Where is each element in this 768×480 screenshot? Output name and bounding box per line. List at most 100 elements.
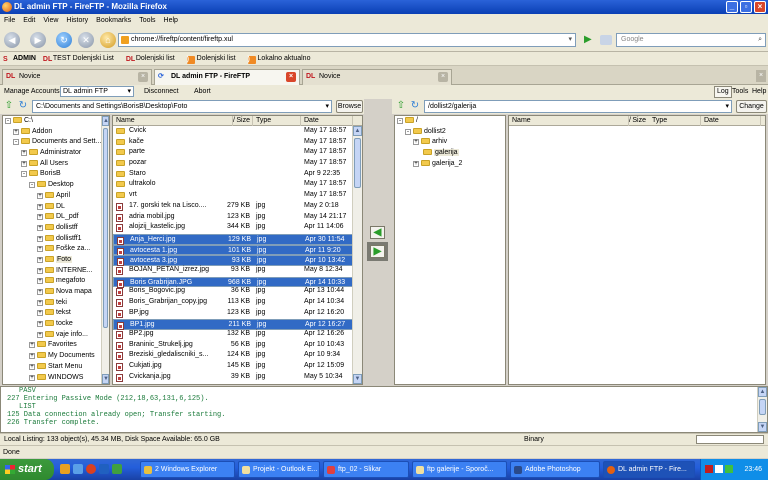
bookmark-dolenjski-list[interactable]: DLDolenjski list xyxy=(126,52,180,66)
menu-help[interactable]: Help xyxy=(160,14,182,28)
file-row[interactable]: 17. gorski tek na Lisco.... 279 KB jpg May … xyxy=(113,201,362,212)
tree-item[interactable]: + Favorites xyxy=(3,340,109,351)
expand-icon[interactable]: + xyxy=(37,203,43,210)
tab-novice-2[interactable]: DL Novice × xyxy=(302,69,452,85)
tree-item[interactable]: + Foto xyxy=(3,255,109,266)
tree-item[interactable]: - Documents and Sett... xyxy=(3,137,109,148)
file-row[interactable]: Cvickanja.jpg 39 KB jpg May 5 10:34 xyxy=(113,372,362,383)
column-type[interactable]: Type xyxy=(253,116,301,126)
tree-item[interactable]: - BorisB xyxy=(3,169,109,180)
remote-refresh-icon[interactable]: ↻ xyxy=(409,100,421,112)
search-icon[interactable]: ⌕ xyxy=(758,34,762,46)
remote-path-input[interactable]: /dollist2/galerija ▾ xyxy=(424,100,732,113)
expand-icon[interactable]: + xyxy=(413,160,419,167)
file-row[interactable]: alojzij_kastelic.jpg 344 KB jpg Apr 11 14:0… xyxy=(113,222,362,233)
file-row[interactable]: Boris_Grabrijan_copy.jpg 113 KB jpg Apr 14 … xyxy=(113,297,362,308)
expand-icon[interactable]: + xyxy=(37,278,43,285)
expand-icon[interactable]: + xyxy=(29,363,35,370)
tree-item[interactable]: + DL_pdf xyxy=(3,212,109,223)
tab-close-icon[interactable]: × xyxy=(438,72,448,82)
column-date[interactable]: Date xyxy=(301,116,353,126)
close-button[interactable]: × xyxy=(754,1,766,13)
tree-item[interactable]: + Addon xyxy=(3,127,109,138)
local-refresh-icon[interactable]: ↻ xyxy=(17,100,29,112)
home-icon[interactable]: ⌂ xyxy=(100,32,116,48)
log-button[interactable]: Log xyxy=(714,86,732,98)
minimize-button[interactable]: _ xyxy=(726,1,738,13)
column-type[interactable]: Type xyxy=(649,116,701,126)
taskbar-firefox[interactable]: DL admin FTP - Fire... xyxy=(603,461,695,478)
expand-icon[interactable]: + xyxy=(37,192,43,199)
menu-history[interactable]: History xyxy=(62,14,92,28)
file-row[interactable]: BP2.jpg 132 KB jpg Apr 12 16:26 xyxy=(113,329,362,340)
file-row[interactable]: Braninic_Strukelj.jpg 56 KB jpg Apr 10 10:4… xyxy=(113,340,362,351)
tree-item[interactable]: + Start Menu xyxy=(3,362,109,373)
file-row[interactable]: Anja_Herci.jpg 129 KB jpg Apr 30 11:54 xyxy=(113,233,362,245)
local-file-list[interactable]: Name / Size Type Date Cvick May 17 18:57 k… xyxy=(112,115,363,385)
taskbar-slikar[interactable]: ftp_02 - Slikar xyxy=(323,461,409,478)
expand-icon[interactable]: + xyxy=(37,256,43,263)
file-row[interactable]: parte May 17 18:57 xyxy=(113,147,362,158)
taskbar-windows-explorer[interactable]: 2 Windows Explorer xyxy=(140,461,235,478)
expand-icon[interactable]: + xyxy=(37,310,43,317)
scroll-down-icon[interactable]: ▼ xyxy=(353,374,362,384)
tree-item[interactable]: + vaje info... xyxy=(3,330,109,341)
quicklaunch-ie-icon[interactable] xyxy=(99,464,109,474)
disconnect-button[interactable]: Disconnect xyxy=(144,85,179,99)
expand-icon[interactable]: + xyxy=(37,267,43,274)
remote-file-list[interactable]: Name / Size Type Date xyxy=(508,115,766,385)
tree-item[interactable]: + galerija_2 xyxy=(395,159,505,170)
expand-icon[interactable]: + xyxy=(37,246,43,253)
tree-item[interactable]: galerija xyxy=(395,148,505,159)
file-row[interactable]: avtocesta 1.jpg 101 KB jpg Apr 11 9:20 xyxy=(113,244,362,256)
file-row[interactable]: Cukjati.jpg 145 KB jpg Apr 12 15:09 xyxy=(113,361,362,372)
expand-icon[interactable]: + xyxy=(37,331,43,338)
tree-item[interactable]: + dollistff1 xyxy=(3,234,109,245)
collapse-icon[interactable]: - xyxy=(21,171,27,178)
tree-item[interactable]: + Administrator xyxy=(3,148,109,159)
collapse-icon[interactable]: - xyxy=(405,128,411,135)
collapse-icon[interactable]: - xyxy=(13,139,19,146)
scroll-up-icon[interactable]: ▲ xyxy=(353,126,362,136)
bookmark-dolenjski-list-rss[interactable]: ) Dolenjski list xyxy=(186,52,241,66)
stop-icon[interactable]: ✕ xyxy=(78,32,94,48)
expand-icon[interactable]: + xyxy=(29,353,35,360)
collapse-icon[interactable]: - xyxy=(397,118,403,124)
tree-item[interactable]: + My Documents xyxy=(3,351,109,362)
quicklaunch-firefox-icon[interactable] xyxy=(86,464,96,474)
scroll-down-icon[interactable]: ▼ xyxy=(758,422,767,432)
tree-item[interactable]: + INTERNE... xyxy=(3,266,109,277)
tree-item[interactable]: + DL xyxy=(3,202,109,213)
local-up-folder-icon[interactable]: ⇧ xyxy=(3,100,15,112)
column-name[interactable]: Name xyxy=(509,116,629,126)
column-name[interactable]: Name xyxy=(113,116,233,126)
account-select[interactable]: DL admin FTP ▾ xyxy=(60,86,134,97)
expand-icon[interactable]: + xyxy=(37,214,43,221)
taskbar-outlook[interactable]: Projekt - Outlook E... xyxy=(238,461,320,478)
remote-up-folder-icon[interactable]: ⇧ xyxy=(395,100,407,112)
reload-icon[interactable]: ↻ xyxy=(56,32,72,48)
scrollbar-thumb[interactable] xyxy=(354,138,361,188)
log-scrollbar[interactable]: ▲ ▼ xyxy=(757,387,767,432)
tree-item[interactable]: + tekst xyxy=(3,308,109,319)
tab-fireftp[interactable]: ⟳ DL admin FTP - FireFTP × xyxy=(154,69,300,86)
expand-icon[interactable]: + xyxy=(21,150,27,157)
search-input[interactable]: Google ⌕ xyxy=(616,33,766,47)
file-row[interactable]: pozar May 17 18:57 xyxy=(113,158,362,169)
file-row[interactable]: Breziski_gledaliscniki_s... 124 KB jpg Apr … xyxy=(113,350,362,361)
expand-icon[interactable]: + xyxy=(37,289,43,295)
menu-bookmarks[interactable]: Bookmarks xyxy=(92,14,135,28)
file-row[interactable]: vrt May 17 18:57 xyxy=(113,190,362,201)
bookmark-test-dolenjski[interactable]: DLTEST Dolenjski List xyxy=(43,52,119,66)
forward-icon[interactable]: ▶ xyxy=(30,32,46,48)
quicklaunch-folder-icon[interactable] xyxy=(60,464,70,474)
tree-item[interactable]: + tocke xyxy=(3,319,109,330)
column-size[interactable]: Size xyxy=(217,116,253,126)
taskbar-ftp-galerije[interactable]: ftp galerije - Sporoč... xyxy=(412,461,507,478)
go-icon[interactable]: ▶ xyxy=(584,33,596,47)
tray-app-icon[interactable] xyxy=(715,465,723,473)
url-dropdown-icon[interactable]: ▾ xyxy=(568,34,572,46)
tree-item[interactable]: - dollist2 xyxy=(395,127,505,138)
scrollbar-thumb[interactable] xyxy=(759,399,766,415)
tree-item[interactable]: + megafoto xyxy=(3,276,109,287)
